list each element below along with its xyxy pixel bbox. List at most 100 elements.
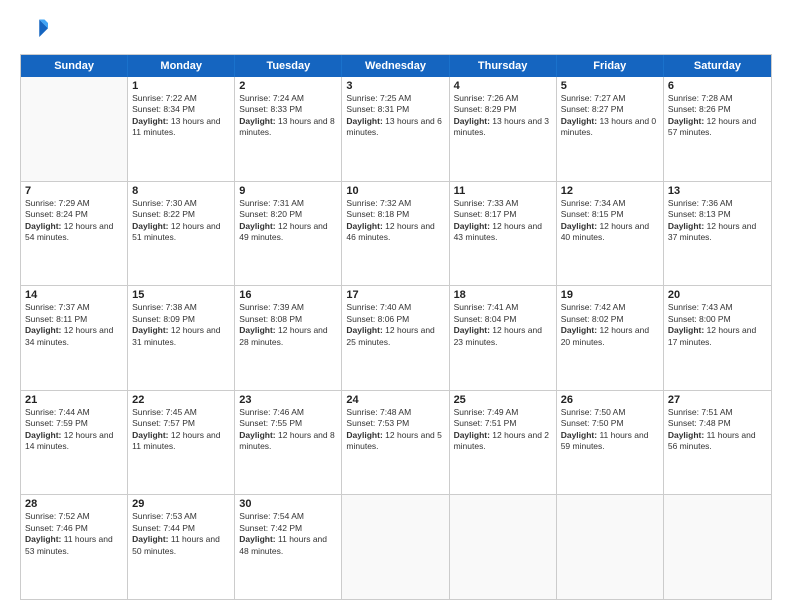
daylight-line: Daylight: 13 hours and 6 minutes.	[346, 116, 444, 139]
sunrise-line: Sunrise: 7:37 AM	[25, 302, 123, 313]
cal-cell: 21Sunrise: 7:44 AMSunset: 7:59 PMDayligh…	[21, 391, 128, 495]
sunrise-line: Sunrise: 7:41 AM	[454, 302, 552, 313]
day-number: 13	[668, 185, 767, 197]
day-number: 16	[239, 289, 337, 301]
day-number: 27	[668, 394, 767, 406]
day-number: 17	[346, 289, 444, 301]
cal-cell: 8Sunrise: 7:30 AMSunset: 8:22 PMDaylight…	[128, 182, 235, 286]
cal-cell	[342, 495, 449, 599]
sunset-line: Sunset: 8:08 PM	[239, 314, 337, 325]
day-number: 26	[561, 394, 659, 406]
cal-header-sunday: Sunday	[21, 55, 128, 77]
sunrise-line: Sunrise: 7:36 AM	[668, 198, 767, 209]
cal-cell: 15Sunrise: 7:38 AMSunset: 8:09 PMDayligh…	[128, 286, 235, 390]
cal-cell: 4Sunrise: 7:26 AMSunset: 8:29 PMDaylight…	[450, 77, 557, 181]
daylight-line: Daylight: 12 hours and 25 minutes.	[346, 325, 444, 348]
sunrise-line: Sunrise: 7:52 AM	[25, 511, 123, 522]
day-number: 8	[132, 185, 230, 197]
sunset-line: Sunset: 7:51 PM	[454, 418, 552, 429]
cal-cell: 30Sunrise: 7:54 AMSunset: 7:42 PMDayligh…	[235, 495, 342, 599]
sunset-line: Sunset: 7:42 PM	[239, 523, 337, 534]
header	[20, 16, 772, 44]
daylight-line: Daylight: 13 hours and 3 minutes.	[454, 116, 552, 139]
daylight-line: Daylight: 12 hours and 49 minutes.	[239, 221, 337, 244]
cal-week-4: 21Sunrise: 7:44 AMSunset: 7:59 PMDayligh…	[21, 391, 771, 496]
daylight-line: Daylight: 12 hours and 11 minutes.	[132, 430, 230, 453]
sunset-line: Sunset: 8:02 PM	[561, 314, 659, 325]
sunset-line: Sunset: 8:31 PM	[346, 104, 444, 115]
sunrise-line: Sunrise: 7:49 AM	[454, 407, 552, 418]
cal-cell: 20Sunrise: 7:43 AMSunset: 8:00 PMDayligh…	[664, 286, 771, 390]
sunrise-line: Sunrise: 7:45 AM	[132, 407, 230, 418]
daylight-line: Daylight: 11 hours and 53 minutes.	[25, 534, 123, 557]
day-number: 21	[25, 394, 123, 406]
sunset-line: Sunset: 8:13 PM	[668, 209, 767, 220]
cal-cell: 9Sunrise: 7:31 AMSunset: 8:20 PMDaylight…	[235, 182, 342, 286]
day-number: 24	[346, 394, 444, 406]
sunrise-line: Sunrise: 7:22 AM	[132, 93, 230, 104]
daylight-line: Daylight: 12 hours and 34 minutes.	[25, 325, 123, 348]
cal-cell: 5Sunrise: 7:27 AMSunset: 8:27 PMDaylight…	[557, 77, 664, 181]
cal-cell: 14Sunrise: 7:37 AMSunset: 8:11 PMDayligh…	[21, 286, 128, 390]
cal-cell: 24Sunrise: 7:48 AMSunset: 7:53 PMDayligh…	[342, 391, 449, 495]
day-number: 10	[346, 185, 444, 197]
sunset-line: Sunset: 8:04 PM	[454, 314, 552, 325]
cal-cell: 28Sunrise: 7:52 AMSunset: 7:46 PMDayligh…	[21, 495, 128, 599]
sunset-line: Sunset: 7:46 PM	[25, 523, 123, 534]
daylight-line: Daylight: 12 hours and 54 minutes.	[25, 221, 123, 244]
cal-header-tuesday: Tuesday	[235, 55, 342, 77]
sunset-line: Sunset: 7:48 PM	[668, 418, 767, 429]
day-number: 2	[239, 80, 337, 92]
cal-cell: 13Sunrise: 7:36 AMSunset: 8:13 PMDayligh…	[664, 182, 771, 286]
cal-cell: 11Sunrise: 7:33 AMSunset: 8:17 PMDayligh…	[450, 182, 557, 286]
day-number: 9	[239, 185, 337, 197]
sunrise-line: Sunrise: 7:43 AM	[668, 302, 767, 313]
daylight-line: Daylight: 11 hours and 48 minutes.	[239, 534, 337, 557]
calendar-body: 1Sunrise: 7:22 AMSunset: 8:34 PMDaylight…	[21, 77, 771, 599]
cal-header-wednesday: Wednesday	[342, 55, 449, 77]
cal-cell: 23Sunrise: 7:46 AMSunset: 7:55 PMDayligh…	[235, 391, 342, 495]
sunset-line: Sunset: 8:27 PM	[561, 104, 659, 115]
sunset-line: Sunset: 8:09 PM	[132, 314, 230, 325]
daylight-line: Daylight: 12 hours and 51 minutes.	[132, 221, 230, 244]
day-number: 1	[132, 80, 230, 92]
sunset-line: Sunset: 7:50 PM	[561, 418, 659, 429]
sunrise-line: Sunrise: 7:48 AM	[346, 407, 444, 418]
sunset-line: Sunset: 7:55 PM	[239, 418, 337, 429]
sunrise-line: Sunrise: 7:44 AM	[25, 407, 123, 418]
sunset-line: Sunset: 7:53 PM	[346, 418, 444, 429]
cal-cell: 16Sunrise: 7:39 AMSunset: 8:08 PMDayligh…	[235, 286, 342, 390]
calendar-header-row: SundayMondayTuesdayWednesdayThursdayFrid…	[21, 55, 771, 77]
day-number: 15	[132, 289, 230, 301]
sunset-line: Sunset: 8:11 PM	[25, 314, 123, 325]
cal-cell	[450, 495, 557, 599]
sunset-line: Sunset: 8:17 PM	[454, 209, 552, 220]
sunrise-line: Sunrise: 7:29 AM	[25, 198, 123, 209]
cal-week-2: 7Sunrise: 7:29 AMSunset: 8:24 PMDaylight…	[21, 182, 771, 287]
cal-cell: 10Sunrise: 7:32 AMSunset: 8:18 PMDayligh…	[342, 182, 449, 286]
cal-cell: 12Sunrise: 7:34 AMSunset: 8:15 PMDayligh…	[557, 182, 664, 286]
daylight-line: Daylight: 12 hours and 2 minutes.	[454, 430, 552, 453]
cal-week-3: 14Sunrise: 7:37 AMSunset: 8:11 PMDayligh…	[21, 286, 771, 391]
page: SundayMondayTuesdayWednesdayThursdayFrid…	[0, 0, 792, 612]
day-number: 19	[561, 289, 659, 301]
cal-cell: 27Sunrise: 7:51 AMSunset: 7:48 PMDayligh…	[664, 391, 771, 495]
day-number: 29	[132, 498, 230, 510]
sunset-line: Sunset: 8:26 PM	[668, 104, 767, 115]
day-number: 20	[668, 289, 767, 301]
sunrise-line: Sunrise: 7:38 AM	[132, 302, 230, 313]
cal-header-friday: Friday	[557, 55, 664, 77]
sunrise-line: Sunrise: 7:30 AM	[132, 198, 230, 209]
sunrise-line: Sunrise: 7:54 AM	[239, 511, 337, 522]
daylight-line: Daylight: 13 hours and 0 minutes.	[561, 116, 659, 139]
day-number: 30	[239, 498, 337, 510]
day-number: 6	[668, 80, 767, 92]
cal-cell: 7Sunrise: 7:29 AMSunset: 8:24 PMDaylight…	[21, 182, 128, 286]
cal-cell	[664, 495, 771, 599]
cal-cell	[557, 495, 664, 599]
daylight-line: Daylight: 12 hours and 57 minutes.	[668, 116, 767, 139]
day-number: 12	[561, 185, 659, 197]
calendar: SundayMondayTuesdayWednesdayThursdayFrid…	[20, 54, 772, 600]
day-number: 14	[25, 289, 123, 301]
day-number: 5	[561, 80, 659, 92]
